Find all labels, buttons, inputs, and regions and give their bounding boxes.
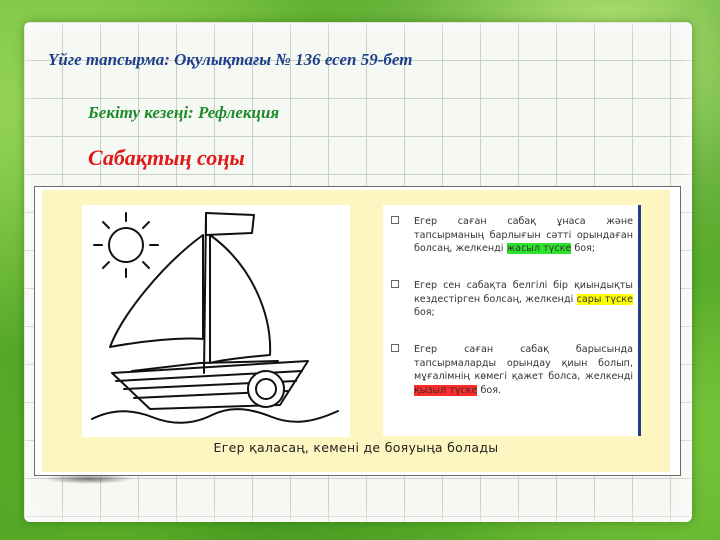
item-text: Егер саған сабақ барысында тапсырмаларды… [414, 344, 633, 382]
waves-icon [91, 408, 339, 424]
lesson-end-heading: Сабақтың соңы [88, 145, 245, 170]
checkbox-icon [391, 344, 399, 352]
sailboat-icon [91, 212, 339, 424]
reflection-list: Егер саған сабақ ұнаса және тапсырманың … [383, 205, 641, 436]
lifebuoy-icon [247, 370, 285, 408]
decorative-shadow [44, 474, 134, 484]
checkbox-icon [391, 280, 399, 288]
highlight-yellow: сары түске [576, 293, 633, 305]
list-item: Егер саған сабақ барысында тапсырмаларды… [391, 343, 633, 397]
highlight-green: жасыл түске [506, 243, 572, 254]
highlight-red: қызыл түске [414, 384, 478, 396]
item-text-end: боя; [414, 307, 435, 318]
item-text-end: боя; [571, 243, 596, 254]
stage-text: Бекіту кезеңі: Рефлекция [88, 103, 280, 122]
caption: Егер қаласаң, кемені де бояуыңа болады [213, 440, 499, 455]
sun-icon [93, 212, 159, 278]
list-item: Егер саған сабақ ұнаса және тапсырманың … [391, 215, 633, 256]
item-text-end: боя. [477, 384, 502, 396]
list-item: Егер сен сабақта белгілі бір қиындықты к… [391, 279, 633, 320]
checkbox-icon [391, 216, 399, 224]
homework-text: Үйге тапсырма: Оқулықтағы № 136 есеп 59-… [48, 50, 413, 69]
sailboat-picture [82, 205, 350, 437]
